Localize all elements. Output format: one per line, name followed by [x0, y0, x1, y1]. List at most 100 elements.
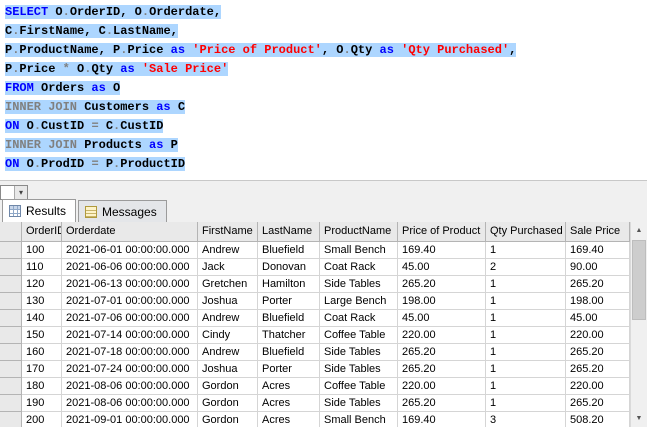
table-cell[interactable]: 1: [486, 378, 566, 395]
table-cell[interactable]: Andrew: [198, 344, 258, 361]
table-row[interactable]: 190 2021-08-06 00:00:00.000 Gordon Acres Sid…: [0, 395, 630, 412]
table-cell[interactable]: 2021-06-01 00:00:00.000: [62, 242, 198, 259]
table-cell[interactable]: Coffee Table: [320, 327, 398, 344]
table-cell[interactable]: 265.20: [566, 276, 630, 293]
table-cell[interactable]: Andrew: [198, 242, 258, 259]
results-pane-combobox[interactable]: ▾: [0, 185, 28, 200]
row-header[interactable]: [0, 412, 22, 427]
table-cell[interactable]: 150: [22, 327, 62, 344]
column-header[interactable]: Qty Purchased: [486, 222, 566, 242]
table-cell[interactable]: 198.00: [398, 293, 486, 310]
table-cell[interactable]: 2021-07-24 00:00:00.000: [62, 361, 198, 378]
table-cell[interactable]: Bluefield: [258, 310, 320, 327]
table-cell[interactable]: Small Bench: [320, 412, 398, 427]
table-cell[interactable]: 140: [22, 310, 62, 327]
table-cell[interactable]: 190: [22, 395, 62, 412]
table-cell[interactable]: 3: [486, 412, 566, 427]
table-cell[interactable]: Small Bench: [320, 242, 398, 259]
table-cell[interactable]: Coat Rack: [320, 310, 398, 327]
table-cell[interactable]: Gretchen: [198, 276, 258, 293]
table-cell[interactable]: Acres: [258, 412, 320, 427]
table-cell[interactable]: 2021-06-06 00:00:00.000: [62, 259, 198, 276]
row-header[interactable]: [0, 327, 22, 344]
table-cell[interactable]: Andrew: [198, 310, 258, 327]
table-cell[interactable]: 90.00: [566, 259, 630, 276]
code-line[interactable]: FROM Orders as O: [5, 79, 647, 98]
table-cell[interactable]: Porter: [258, 361, 320, 378]
table-cell[interactable]: 1: [486, 293, 566, 310]
table-cell[interactable]: 1: [486, 276, 566, 293]
tab-messages[interactable]: Messages: [78, 200, 167, 222]
table-cell[interactable]: Jack: [198, 259, 258, 276]
table-row[interactable]: 200 2021-09-01 00:00:00.000 Gordon Acres Sma…: [0, 412, 630, 427]
table-cell[interactable]: 220.00: [566, 378, 630, 395]
table-cell[interactable]: Acres: [258, 378, 320, 395]
table-cell[interactable]: Gordon: [198, 412, 258, 427]
column-header[interactable]: Sale Price: [566, 222, 630, 242]
tab-results[interactable]: Results: [2, 199, 77, 222]
scroll-up-icon[interactable]: ▲: [631, 222, 647, 239]
table-row[interactable]: 110 2021-06-06 00:00:00.000 Jack Donovan Coa…: [0, 259, 630, 276]
row-header[interactable]: [0, 361, 22, 378]
table-cell[interactable]: 198.00: [566, 293, 630, 310]
table-cell[interactable]: Side Tables: [320, 344, 398, 361]
vertical-scrollbar[interactable]: ▲ ▼: [630, 222, 647, 427]
table-cell[interactable]: 1: [486, 327, 566, 344]
table-cell[interactable]: 130: [22, 293, 62, 310]
table-cell[interactable]: Side Tables: [320, 361, 398, 378]
table-cell[interactable]: 2021-07-01 00:00:00.000: [62, 293, 198, 310]
column-header[interactable]: OrderID: [22, 222, 62, 242]
column-header[interactable]: Price of Product: [398, 222, 486, 242]
table-row[interactable]: 170 2021-07-24 00:00:00.000 Joshua Porter Si…: [0, 361, 630, 378]
table-cell[interactable]: Large Bench: [320, 293, 398, 310]
table-row[interactable]: 100 2021-06-01 00:00:00.000 Andrew Bluefiel…: [0, 242, 630, 259]
table-cell[interactable]: 220.00: [398, 327, 486, 344]
table-cell[interactable]: Cindy: [198, 327, 258, 344]
combobox-field[interactable]: [1, 186, 14, 199]
table-cell[interactable]: Thatcher: [258, 327, 320, 344]
table-row[interactable]: 120 2021-06-13 00:00:00.000 Gretchen Hamilt…: [0, 276, 630, 293]
table-cell[interactable]: 220.00: [398, 378, 486, 395]
code-line[interactable]: INNER JOIN Products as P: [5, 136, 647, 155]
table-cell[interactable]: 508.20: [566, 412, 630, 427]
row-header[interactable]: [0, 293, 22, 310]
table-cell[interactable]: 170: [22, 361, 62, 378]
table-row[interactable]: 160 2021-07-18 00:00:00.000 Andrew Bluefiel…: [0, 344, 630, 361]
row-header[interactable]: [0, 259, 22, 276]
table-cell[interactable]: Joshua: [198, 361, 258, 378]
code-line[interactable]: ON O.CustID = C.CustID: [5, 117, 647, 136]
column-header[interactable]: FirstName: [198, 222, 258, 242]
table-cell[interactable]: 45.00: [398, 310, 486, 327]
scroll-thumb[interactable]: [632, 240, 646, 320]
code-line[interactable]: P.Price * O.Qty as 'Sale Price': [5, 60, 647, 79]
table-cell[interactable]: 169.40: [566, 242, 630, 259]
table-cell[interactable]: 45.00: [398, 259, 486, 276]
table-cell[interactable]: Side Tables: [320, 395, 398, 412]
scroll-down-icon[interactable]: ▼: [631, 410, 647, 427]
table-cell[interactable]: 2021-08-06 00:00:00.000: [62, 378, 198, 395]
table-cell[interactable]: 265.20: [398, 395, 486, 412]
row-header[interactable]: [0, 276, 22, 293]
table-cell[interactable]: Coffee Table: [320, 378, 398, 395]
table-cell[interactable]: 265.20: [566, 395, 630, 412]
table-cell[interactable]: Acres: [258, 395, 320, 412]
table-cell[interactable]: Gordon: [198, 378, 258, 395]
grid-corner-cell[interactable]: [0, 222, 22, 242]
table-row[interactable]: 180 2021-08-06 00:00:00.000 Gordon Acres Cof…: [0, 378, 630, 395]
table-cell[interactable]: 110: [22, 259, 62, 276]
table-cell[interactable]: 120: [22, 276, 62, 293]
table-cell[interactable]: 169.40: [398, 412, 486, 427]
table-cell[interactable]: 2021-08-06 00:00:00.000: [62, 395, 198, 412]
table-cell[interactable]: Side Tables: [320, 276, 398, 293]
sql-editor[interactable]: SELECT O.OrderID, O.Orderdate, C.FirstNam…: [0, 0, 647, 180]
row-header[interactable]: [0, 395, 22, 412]
code-line[interactable]: C.FirstName, C.LastName,: [5, 22, 647, 41]
code-line[interactable]: P.ProductName, P.Price as 'Price of Prod…: [5, 41, 647, 60]
table-cell[interactable]: 220.00: [566, 327, 630, 344]
code-line[interactable]: INNER JOIN Customers as C: [5, 98, 647, 117]
table-cell[interactable]: 1: [486, 242, 566, 259]
table-cell[interactable]: 2021-07-14 00:00:00.000: [62, 327, 198, 344]
table-cell[interactable]: 265.20: [398, 344, 486, 361]
table-cell[interactable]: Porter: [258, 293, 320, 310]
table-cell[interactable]: Hamilton: [258, 276, 320, 293]
